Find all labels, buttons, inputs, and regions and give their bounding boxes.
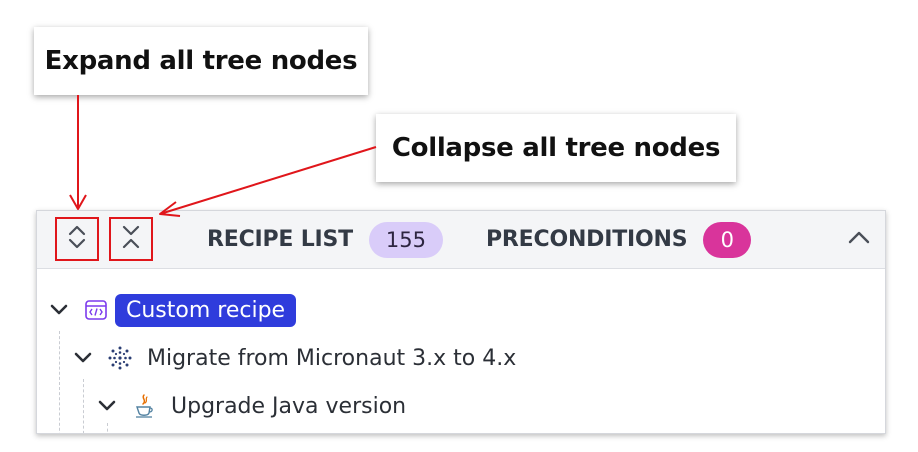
java-icon <box>131 393 157 419</box>
expand-all-callout: Expand all tree nodes <box>34 27 368 95</box>
tree-guide-line <box>83 379 84 433</box>
tree-node[interactable]: Migrate from Micronaut 3.x to 4.x <box>71 338 516 378</box>
tab-recipe-list[interactable]: RECIPE LIST 155 <box>207 211 443 268</box>
tree-node-label: Migrate from Micronaut 3.x to 4.x <box>147 345 517 371</box>
recipe-panel: RECIPE LIST 155 PRECONDITIONS 0 Custom r… <box>36 210 886 434</box>
tree-node[interactable]: Custom recipe <box>47 290 297 330</box>
tab-preconditions[interactable]: PRECONDITIONS 0 <box>486 211 752 268</box>
tree-node-label: Custom recipe <box>115 293 297 327</box>
tab-preconditions-label: PRECONDITIONS <box>486 227 688 252</box>
collapse-all-callout-text: Collapse all tree nodes <box>391 133 721 163</box>
collapse-all-button[interactable] <box>109 217 153 261</box>
collapse-all-icon <box>120 223 142 256</box>
chevron-down-icon[interactable] <box>47 298 71 322</box>
micronaut-icon <box>107 345 133 371</box>
expand-all-icon <box>66 223 88 256</box>
panel-collapse-toggle[interactable] <box>843 223 875 255</box>
preconditions-count-badge: 0 <box>703 221 752 258</box>
collapse-all-callout: Collapse all tree nodes <box>376 114 736 182</box>
recipe-count-badge: 155 <box>368 221 443 258</box>
chevron-up-icon <box>847 229 871 250</box>
tab-recipe-list-label: RECIPE LIST <box>207 227 353 252</box>
chevron-down-icon[interactable] <box>95 394 119 418</box>
tree-node[interactable]: Upgrade Java version <box>95 386 406 426</box>
expand-all-button[interactable] <box>55 217 99 261</box>
code-window-icon <box>83 297 109 323</box>
chevron-down-icon[interactable] <box>71 346 95 370</box>
expand-all-callout-text: Expand all tree nodes <box>44 46 358 76</box>
panel-header: RECIPE LIST 155 PRECONDITIONS 0 <box>37 211 885 269</box>
tree-node-label: Upgrade Java version <box>171 393 407 419</box>
tree-guide-line <box>59 331 60 433</box>
